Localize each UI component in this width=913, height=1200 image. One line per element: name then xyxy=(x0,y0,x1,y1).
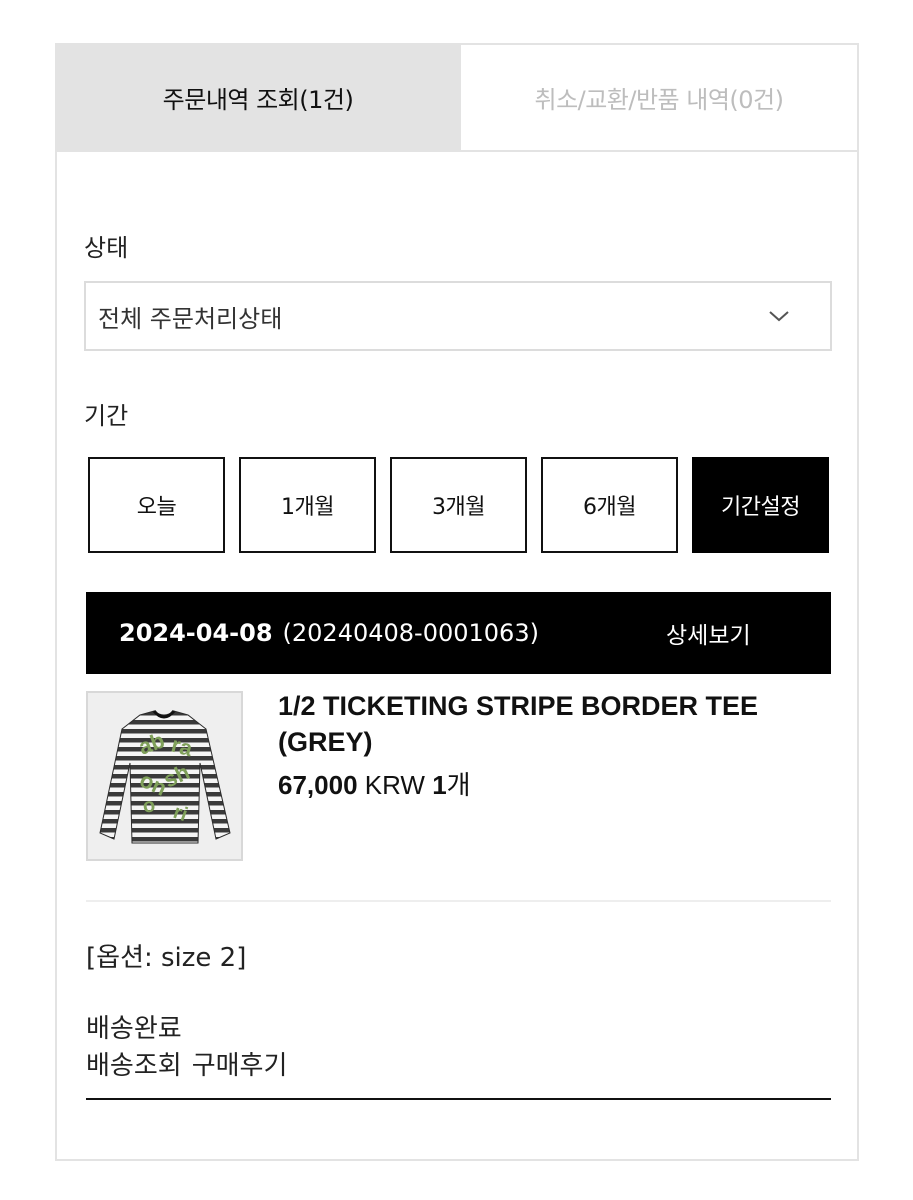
write-review-link[interactable]: 구매후기 xyxy=(192,1051,288,1081)
period-buttons: 오늘 1개월 3개월 6개월 기간설정 xyxy=(88,457,829,553)
item-divider xyxy=(86,900,831,902)
period-6month-button[interactable]: 6개월 xyxy=(541,457,678,553)
product-price: 67,000 xyxy=(278,770,358,800)
striped-tee-icon: ab ra on sh o ri xyxy=(88,693,241,859)
status-select-value: 전체 주문처리상태 xyxy=(98,304,283,333)
tab-cancel-exchange-return[interactable]: 취소/교환/반품 내역(0건) xyxy=(459,45,857,150)
period-1month-button[interactable]: 1개월 xyxy=(239,457,376,553)
price-line: 67,000 KRW 1개 xyxy=(278,765,471,802)
period-custom-button[interactable]: 기간설정 xyxy=(692,457,829,553)
status-label: 상태 xyxy=(84,234,129,262)
track-delivery-link[interactable]: 배송조회 xyxy=(86,1051,182,1081)
period-3month-button[interactable]: 3개월 xyxy=(390,457,527,553)
period-today-button[interactable]: 오늘 xyxy=(88,457,225,553)
tab-order-history[interactable]: 주문내역 조회(1건) xyxy=(57,45,459,150)
period-label: 기간 xyxy=(84,402,129,430)
order-actions: 배송조회 구매후기 xyxy=(86,1045,297,1082)
status-select[interactable]: 전체 주문처리상태 xyxy=(84,281,832,351)
product-quantity: 1 xyxy=(432,770,447,800)
product-name[interactable]: 1/2 TICKETING STRIPE BORDER TEE (GREY) xyxy=(278,688,818,760)
chevron-down-icon xyxy=(769,311,789,322)
order-detail-link[interactable]: 상세보기 xyxy=(666,592,751,674)
delivery-status: 배송완료 xyxy=(86,1014,182,1044)
product-option: [옵션: size 2] xyxy=(86,943,247,973)
bottom-divider xyxy=(86,1098,831,1100)
product-thumbnail[interactable]: ab ra on sh o ri xyxy=(86,691,243,861)
order-number: (20240408-0001063) xyxy=(282,619,539,647)
product-currency: KRW xyxy=(364,770,425,800)
order-history-card: 주문내역 조회(1건) 취소/교환/반품 내역(0건) 상태 전체 주문처리상태… xyxy=(55,43,859,1161)
order-tabs: 주문내역 조회(1건) 취소/교환/반품 내역(0건) xyxy=(57,45,857,152)
order-header: 2024-04-08 (20240408-0001063) 상세보기 xyxy=(86,592,831,674)
product-quantity-unit: 개 xyxy=(446,770,471,800)
order-date: 2024-04-08 xyxy=(119,619,273,647)
